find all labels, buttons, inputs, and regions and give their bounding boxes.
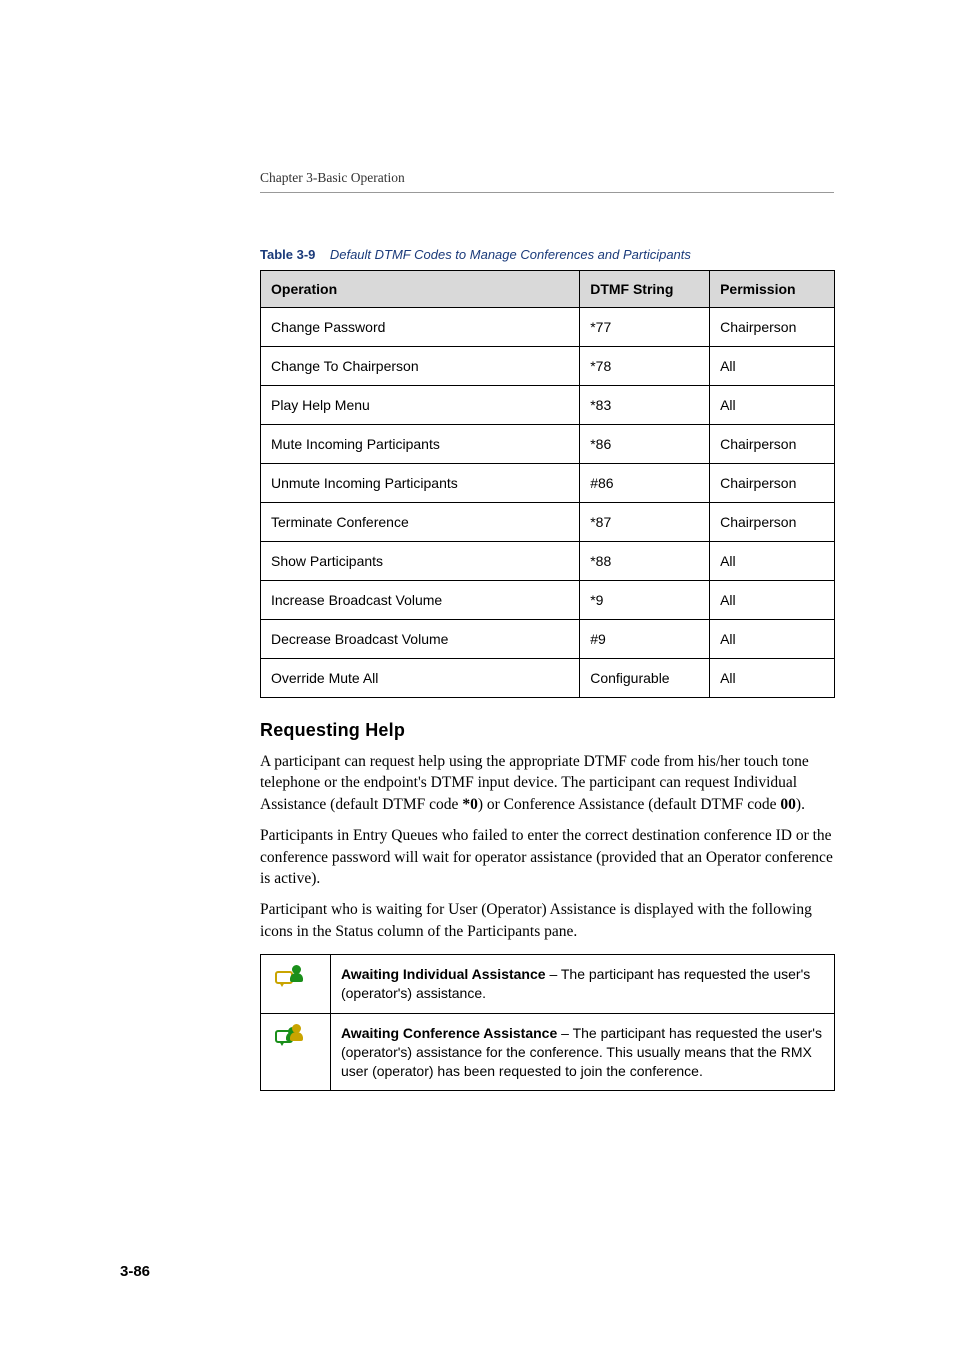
table-row: Change To Chairperson*78All <box>261 347 835 386</box>
cell-str: Configurable <box>580 659 710 698</box>
table-row: Override Mute AllConfigurableAll <box>261 659 835 698</box>
col-operation: Operation <box>261 271 580 308</box>
cell-op: Override Mute All <box>261 659 580 698</box>
cell-op: Mute Incoming Participants <box>261 425 580 464</box>
cell-perm: All <box>710 347 835 386</box>
cell-perm: All <box>710 581 835 620</box>
icon-desc-bold: Awaiting Conference Assistance <box>341 1025 557 1041</box>
code-00: 00 <box>780 796 796 813</box>
awaiting-individual-assistance-icon <box>275 965 301 991</box>
icon-desc-bold: Awaiting Individual Assistance <box>341 966 546 982</box>
cell-str: *87 <box>580 503 710 542</box>
table-row: Terminate Conference*87Chairperson <box>261 503 835 542</box>
cell-str: #86 <box>580 464 710 503</box>
paragraph-2: Participants in Entry Queues who failed … <box>260 825 834 889</box>
awaiting-conference-assistance-icon <box>275 1024 301 1050</box>
code-star0: *0 <box>462 796 478 813</box>
table-caption: Table 3-9 Default DTMF Codes to Manage C… <box>260 247 834 262</box>
table-row: Show Participants*88All <box>261 542 835 581</box>
table-row: Mute Incoming Participants*86Chairperson <box>261 425 835 464</box>
icon-table: Awaiting Individual Assistance – The par… <box>260 954 835 1091</box>
icon-desc: Awaiting Conference Assistance – The par… <box>330 1013 834 1091</box>
section-heading: Requesting Help <box>260 720 834 741</box>
icon-row-conference: Awaiting Conference Assistance – The par… <box>261 1013 835 1091</box>
table-row: Change Password*77Chairperson <box>261 308 835 347</box>
paragraph-3: Participant who is waiting for User (Ope… <box>260 899 834 942</box>
cell-op: Play Help Menu <box>261 386 580 425</box>
dtmf-table: Operation DTMF String Permission Change … <box>260 270 835 698</box>
table-caption-title: Default DTMF Codes to Manage Conferences… <box>330 247 691 262</box>
cell-op: Show Participants <box>261 542 580 581</box>
cell-perm: Chairperson <box>710 308 835 347</box>
table-caption-label: Table 3-9 <box>260 247 315 262</box>
cell-str: *78 <box>580 347 710 386</box>
paragraph-1: A participant can request help using the… <box>260 751 834 815</box>
page: Chapter 3-Basic Operation Table 3-9 Defa… <box>0 0 954 1350</box>
cell-str: *77 <box>580 308 710 347</box>
cell-perm: All <box>710 620 835 659</box>
para1c: ). <box>796 796 805 813</box>
cell-str: *88 <box>580 542 710 581</box>
icon-cell <box>261 1013 331 1091</box>
cell-op: Unmute Incoming Participants <box>261 464 580 503</box>
para1b: ) or Conference Assistance (default DTMF… <box>478 796 781 813</box>
icon-cell <box>261 955 331 1014</box>
table-row: Decrease Broadcast Volume#9All <box>261 620 835 659</box>
page-number: 3-86 <box>120 1263 150 1280</box>
cell-perm: Chairperson <box>710 503 835 542</box>
icon-row-individual: Awaiting Individual Assistance – The par… <box>261 955 835 1014</box>
cell-op: Change To Chairperson <box>261 347 580 386</box>
col-dtmf-string: DTMF String <box>580 271 710 308</box>
table-row: Play Help Menu*83All <box>261 386 835 425</box>
cell-str: #9 <box>580 620 710 659</box>
cell-perm: Chairperson <box>710 464 835 503</box>
col-permission: Permission <box>710 271 835 308</box>
table-row: Unmute Incoming Participants#86Chairpers… <box>261 464 835 503</box>
cell-op: Change Password <box>261 308 580 347</box>
running-head: Chapter 3-Basic Operation <box>260 170 834 186</box>
cell-str: *83 <box>580 386 710 425</box>
cell-perm: All <box>710 659 835 698</box>
cell-perm: All <box>710 386 835 425</box>
icon-desc: Awaiting Individual Assistance – The par… <box>330 955 834 1014</box>
cell-op: Decrease Broadcast Volume <box>261 620 580 659</box>
cell-perm: All <box>710 542 835 581</box>
cell-str: *9 <box>580 581 710 620</box>
table-row: Increase Broadcast Volume*9All <box>261 581 835 620</box>
header-rule <box>260 192 834 193</box>
cell-str: *86 <box>580 425 710 464</box>
table-header-row: Operation DTMF String Permission <box>261 271 835 308</box>
cell-perm: Chairperson <box>710 425 835 464</box>
cell-op: Terminate Conference <box>261 503 580 542</box>
cell-op: Increase Broadcast Volume <box>261 581 580 620</box>
